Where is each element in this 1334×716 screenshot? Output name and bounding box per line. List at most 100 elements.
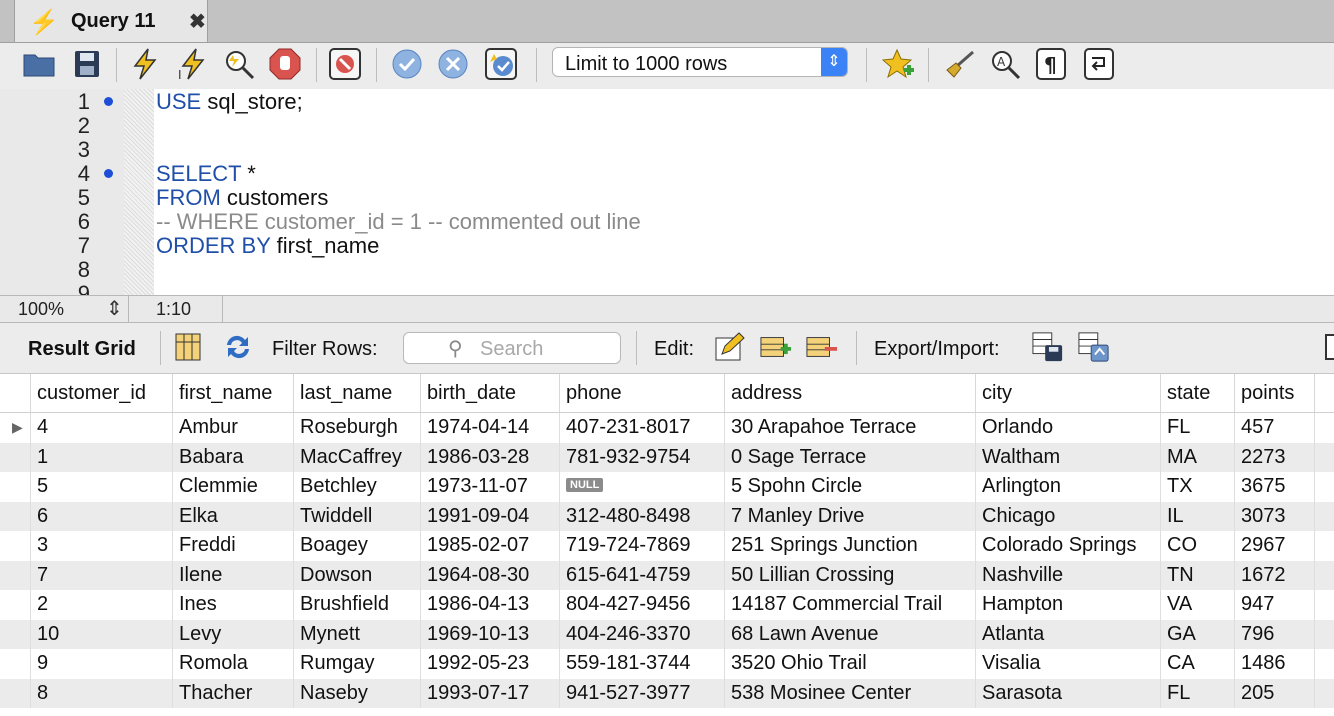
cell-city[interactable]: Chicago xyxy=(975,501,1160,531)
open-folder-icon[interactable] xyxy=(22,47,56,81)
stop-icon[interactable] xyxy=(268,47,302,81)
cell-phone[interactable]: 781-932-9754 xyxy=(559,442,724,472)
cell-customer-id[interactable]: 10 xyxy=(30,619,172,649)
cell-city[interactable]: Visalia xyxy=(975,649,1160,679)
cell-address[interactable]: 7 Manley Drive xyxy=(724,501,975,531)
limit-rows-select[interactable]: Limit to 1000 rows ⇕ xyxy=(552,47,848,77)
cell-last-name[interactable]: Boagey xyxy=(293,531,420,561)
export-icon[interactable] xyxy=(1032,331,1064,363)
cell-phone[interactable]: 407-231-8017 xyxy=(559,413,724,443)
cell-state[interactable]: CA xyxy=(1160,649,1234,679)
word-wrap-icon[interactable] xyxy=(1082,47,1116,81)
cell-first-name[interactable]: Babara xyxy=(172,442,293,472)
delete-row-icon[interactable] xyxy=(806,331,838,363)
explain-icon[interactable] xyxy=(222,47,256,81)
column-header-customer-id[interactable]: customer_id xyxy=(30,374,172,412)
cell-address[interactable]: 30 Arapahoe Terrace xyxy=(724,413,975,443)
cell-address[interactable]: 538 Mosinee Center xyxy=(724,678,975,708)
cell-address[interactable]: 50 Lillian Crossing xyxy=(724,560,975,590)
cell-points[interactable]: 3675 xyxy=(1234,472,1314,502)
cell-points[interactable]: 947 xyxy=(1234,590,1314,620)
column-header-state[interactable]: state xyxy=(1160,374,1234,412)
cell-state[interactable]: MA xyxy=(1160,442,1234,472)
cell-city[interactable]: Hampton xyxy=(975,590,1160,620)
cell-address[interactable]: 3520 Ohio Trail xyxy=(724,649,975,679)
auto-commit-toggle-icon[interactable] xyxy=(484,47,518,81)
cell-phone[interactable]: 804-427-9456 xyxy=(559,590,724,620)
cell-customer-id[interactable]: 6 xyxy=(30,501,172,531)
cell-birth-date[interactable]: 1964-08-30 xyxy=(420,560,559,590)
cell-phone[interactable]: 719-724-7869 xyxy=(559,531,724,561)
cell-first-name[interactable]: Freddi xyxy=(172,531,293,561)
cell-city[interactable]: Waltham xyxy=(975,442,1160,472)
cell-phone[interactable]: 312-480-8498 xyxy=(559,501,724,531)
table-row[interactable]: 3 Freddi Boagey 1985-02-07 719-724-7869 251 S… xyxy=(0,531,1334,561)
cell-birth-date[interactable]: 1974-04-14 xyxy=(420,413,559,443)
rollback-icon[interactable] xyxy=(436,47,470,81)
cell-birth-date[interactable]: 1986-03-28 xyxy=(420,442,559,472)
save-icon[interactable] xyxy=(70,47,104,81)
cell-last-name[interactable]: Naseby xyxy=(293,678,420,708)
cell-customer-id[interactable]: 7 xyxy=(30,560,172,590)
find-replace-icon[interactable]: A xyxy=(988,47,1022,81)
cell-phone[interactable]: 941-527-3977 xyxy=(559,678,724,708)
cell-state[interactable]: GA xyxy=(1160,619,1234,649)
cell-birth-date[interactable]: 1991-09-04 xyxy=(420,501,559,531)
cell-last-name[interactable]: Rumgay xyxy=(293,649,420,679)
cell-first-name[interactable]: Ambur xyxy=(172,413,293,443)
cell-first-name[interactable]: Elka xyxy=(172,501,293,531)
table-row[interactable]: 6 Elka Twiddell 1991-09-04 312-480-8498 7 Man… xyxy=(0,501,1334,531)
column-header-birth-date[interactable]: birth_date xyxy=(420,374,559,412)
table-row[interactable]: 1 Babara MacCaffrey 1986-03-28 781-932-9754 0… xyxy=(0,442,1334,472)
cell-points[interactable]: 1486 xyxy=(1234,649,1314,679)
cell-customer-id[interactable]: 9 xyxy=(30,649,172,679)
table-row[interactable]: 5 Clemmie Betchley 1973-11-07 NULL 5 Spohn Ci… xyxy=(0,472,1334,502)
cell-last-name[interactable]: Twiddell xyxy=(293,501,420,531)
cell-last-name[interactable]: Roseburgh xyxy=(293,413,420,443)
cell-state[interactable]: CO xyxy=(1160,531,1234,561)
cell-last-name[interactable]: MacCaffrey xyxy=(293,442,420,472)
cell-customer-id[interactable]: 2 xyxy=(30,590,172,620)
edit-row-pencil-icon[interactable] xyxy=(714,331,746,363)
cell-first-name[interactable]: Romola xyxy=(172,649,293,679)
cell-birth-date[interactable]: 1969-10-13 xyxy=(420,619,559,649)
cell-birth-date[interactable]: 1973-11-07 xyxy=(420,472,559,502)
column-header-points[interactable]: points xyxy=(1234,374,1314,412)
cell-last-name[interactable]: Mynett xyxy=(293,619,420,649)
cell-last-name[interactable]: Betchley xyxy=(293,472,420,502)
column-header-phone[interactable]: phone xyxy=(559,374,724,412)
cell-address[interactable]: 5 Spohn Circle xyxy=(724,472,975,502)
column-header-address[interactable]: address xyxy=(724,374,975,412)
zoom-stepper-icon[interactable]: ⇕ xyxy=(106,296,123,321)
column-header-first-name[interactable]: first_name xyxy=(172,374,293,412)
cell-address[interactable]: 68 Lawn Avenue xyxy=(724,619,975,649)
cell-points[interactable]: 205 xyxy=(1234,678,1314,708)
cell-address[interactable]: 14187 Commercial Trail xyxy=(724,590,975,620)
cell-state[interactable]: TN xyxy=(1160,560,1234,590)
cell-city[interactable]: Sarasota xyxy=(975,678,1160,708)
cell-birth-date[interactable]: 1986-04-13 xyxy=(420,590,559,620)
cell-first-name[interactable]: Clemmie xyxy=(172,472,293,502)
refresh-icon[interactable] xyxy=(222,331,254,363)
panel-toggle-icon[interactable] xyxy=(1314,331,1334,363)
cell-state[interactable]: VA xyxy=(1160,590,1234,620)
cell-points[interactable]: 457 xyxy=(1234,413,1314,443)
cell-points[interactable]: 2273 xyxy=(1234,442,1314,472)
table-row[interactable]: ▶ 4 Ambur Roseburgh 1974-04-14 407-231-8017 30… xyxy=(0,413,1334,443)
cell-customer-id[interactable]: 5 xyxy=(30,472,172,502)
cell-first-name[interactable]: Levy xyxy=(172,619,293,649)
cell-birth-date[interactable]: 1985-02-07 xyxy=(420,531,559,561)
commit-icon[interactable] xyxy=(390,47,424,81)
table-row[interactable]: 2 Ines Brushfield 1986-04-13 804-427-9456 141… xyxy=(0,590,1334,620)
table-row[interactable]: 8 Thacher Naseby 1993-07-17 941-527-3977 538 … xyxy=(0,678,1334,708)
add-row-icon[interactable] xyxy=(760,331,792,363)
cell-city[interactable]: Colorado Springs xyxy=(975,531,1160,561)
cell-phone[interactable]: NULL xyxy=(559,472,724,502)
sql-editor[interactable]: 1 2 3 4 5 6 7 8 9 USE sql_store; SELECT … xyxy=(0,89,1334,295)
search-input[interactable] xyxy=(478,337,612,362)
tab-query-11[interactable]: ⚡ Query 11 ✖ xyxy=(14,0,208,42)
cell-points[interactable]: 796 xyxy=(1234,619,1314,649)
cell-customer-id[interactable]: 3 xyxy=(30,531,172,561)
table-row[interactable]: 7 Ilene Dowson 1964-08-30 615-641-4759 50 Lil… xyxy=(0,560,1334,590)
cell-points[interactable]: 3073 xyxy=(1234,501,1314,531)
